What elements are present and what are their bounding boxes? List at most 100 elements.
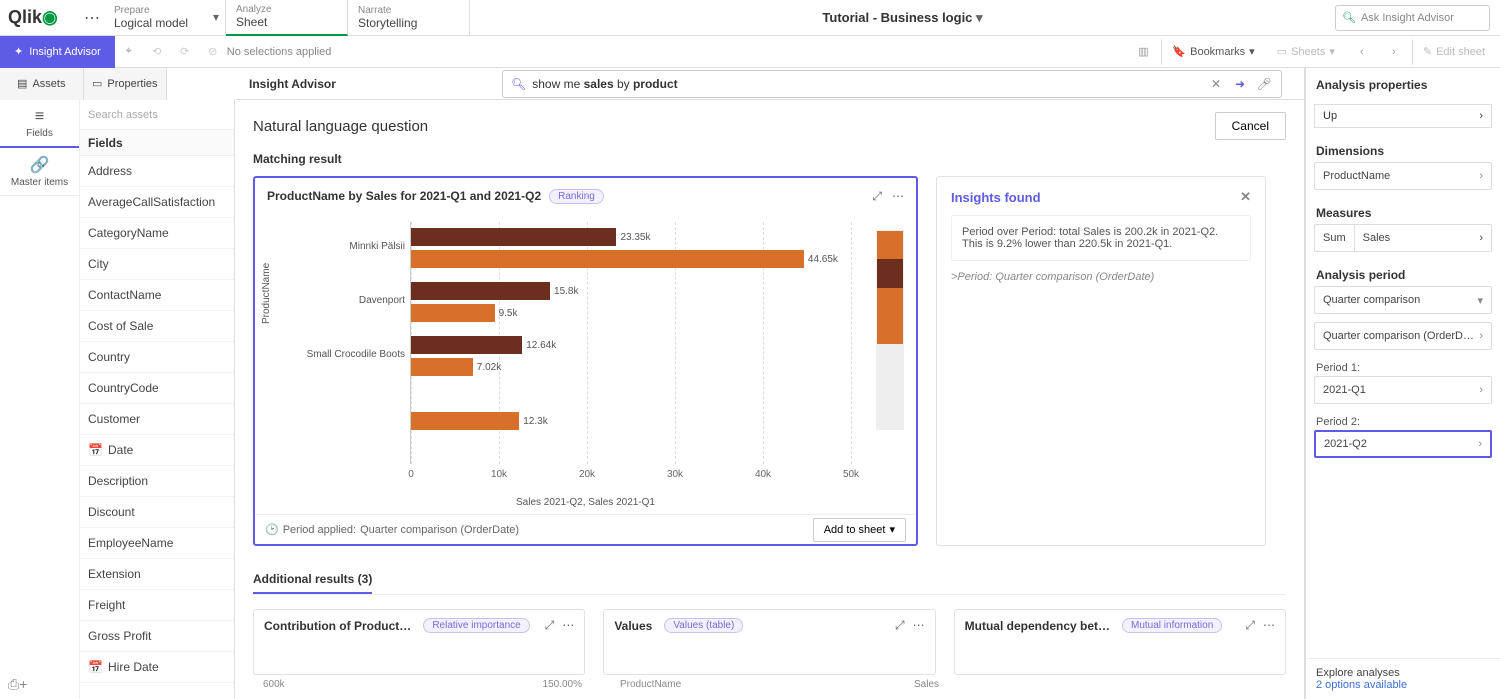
nav-analyze[interactable]: Analyze Sheet: [226, 0, 348, 36]
bar[interactable]: [411, 336, 522, 354]
mini1-left: 600k: [263, 679, 285, 690]
field-item[interactable]: Discount: [80, 497, 234, 528]
analysis-type-tag: Mutual information: [1122, 618, 1222, 633]
field-item[interactable]: Customer: [80, 404, 234, 435]
field-item[interactable]: CountryCode: [80, 373, 234, 404]
field-item[interactable]: CategoryName: [80, 218, 234, 249]
step-back-icon[interactable]: ⟲: [143, 40, 171, 64]
expand-icon[interactable]: ⤢: [1245, 618, 1255, 633]
bar[interactable]: [411, 358, 473, 376]
expand-icon[interactable]: ⤢: [872, 189, 882, 204]
prev-sheet-icon[interactable]: ‹: [1348, 40, 1376, 64]
sheets-button[interactable]: ▭Sheets ▾: [1268, 39, 1344, 65]
field-label: EmployeeName: [88, 536, 173, 550]
smart-search-icon[interactable]: ⌖: [115, 40, 143, 64]
rp-qc-label: Quarter comparison: [1323, 294, 1420, 306]
more-icon[interactable]: ⋯: [562, 618, 574, 633]
field-label: Description: [88, 474, 148, 488]
bar[interactable]: [411, 412, 519, 430]
more-icon[interactable]: ⋯: [1263, 618, 1275, 633]
rp-period-header: Analysis period: [1306, 260, 1500, 286]
close-icon[interactable]: ✕: [1240, 189, 1251, 205]
search-icon: 🔍︎: [511, 77, 526, 91]
field-item[interactable]: Extension: [80, 559, 234, 590]
field-label: AverageCallSatisfaction: [88, 195, 215, 209]
add-to-sheet-button[interactable]: Add to sheet ▾: [813, 518, 906, 542]
app-title[interactable]: Tutorial - Business logic ▾: [470, 10, 1335, 26]
rp-footer[interactable]: Explore analyses 2 options available: [1306, 658, 1500, 699]
additional-result-card[interactable]: Mutual dependency bet…Mutual information…: [954, 609, 1286, 675]
field-item[interactable]: Freight: [80, 590, 234, 621]
subnav-master[interactable]: 🔗Master items: [0, 148, 79, 196]
field-item[interactable]: AverageCallSatisfaction: [80, 187, 234, 218]
mic-icon[interactable]: 🎤︎: [1255, 77, 1273, 91]
submit-arrow-icon[interactable]: ➜: [1231, 77, 1249, 91]
minimap[interactable]: [876, 230, 904, 430]
field-item[interactable]: City: [80, 249, 234, 280]
search-assets-input[interactable]: Search assets: [80, 100, 234, 130]
field-label: ContactName: [88, 288, 161, 302]
nl-search-bar[interactable]: 🔍︎ show me sales by product ✕ ➜ 🎤︎: [502, 70, 1282, 98]
rp-options-link[interactable]: 2 options available: [1316, 679, 1490, 691]
app-menu-icon[interactable]: ⋯: [80, 8, 104, 28]
edit-sheet-button[interactable]: ✎Edit sheet: [1412, 39, 1494, 65]
rp-up[interactable]: Up›: [1314, 104, 1492, 128]
rp-period2[interactable]: 2021-Q2›: [1314, 430, 1492, 458]
field-item[interactable]: 📅Date: [80, 435, 234, 466]
more-icon[interactable]: ⋯: [892, 189, 904, 204]
field-item[interactable]: Country: [80, 342, 234, 373]
rp-quarter-comparison-full[interactable]: Quarter comparison (OrderD…›: [1314, 322, 1492, 350]
next-sheet-icon[interactable]: ›: [1380, 40, 1408, 64]
fields-list[interactable]: Address AverageCallSatisfaction CategoryNa…: [80, 156, 234, 699]
expand-icon[interactable]: ⤢: [545, 618, 555, 633]
field-item[interactable]: Address: [80, 156, 234, 187]
add-note-icon[interactable]: ⎙+: [8, 676, 27, 693]
clear-icon[interactable]: ✕: [1207, 77, 1225, 91]
additional-result-card[interactable]: Contribution of Product…Relative importa…: [253, 609, 585, 675]
qlik-logo[interactable]: Qlik ◉: [0, 7, 80, 28]
rp-measure-agg[interactable]: Sum: [1314, 224, 1354, 252]
nav-narrate[interactable]: Narrate Storytelling: [348, 0, 470, 36]
insight-advisor-title: Insight Advisor: [249, 77, 336, 91]
rp-up-label: Up: [1323, 110, 1337, 122]
bar[interactable]: [411, 282, 550, 300]
field-item[interactable]: 📅Hire Date: [80, 652, 234, 683]
clear-sel-icon[interactable]: ⊘: [199, 40, 227, 64]
bookmarks-button[interactable]: 🔖Bookmarks ▾: [1161, 39, 1263, 65]
analysis-type-tag: Values (table): [664, 618, 743, 633]
more-icon[interactable]: ⋯: [913, 618, 925, 633]
additional-result-card[interactable]: ValuesValues (table)⤢⋯: [603, 609, 935, 675]
field-item[interactable]: EmployeeName: [80, 528, 234, 559]
chevron-down-icon[interactable]: ▾: [213, 10, 219, 24]
mini2-right: Sales: [914, 679, 939, 690]
selections-tool-icon[interactable]: ▥: [1129, 40, 1157, 64]
field-item[interactable]: Cost of Sale: [80, 311, 234, 342]
nav-prepare[interactable]: Prepare Logical model ▾: [104, 0, 226, 36]
bar-value-label: 15.8k: [554, 286, 578, 297]
field-label: CountryCode: [88, 381, 159, 395]
chevron-down-icon[interactable]: ▾: [976, 10, 983, 25]
assets-button[interactable]: ▤Assets: [0, 68, 84, 100]
rp-period1[interactable]: 2021-Q1›: [1314, 376, 1492, 404]
cancel-button[interactable]: Cancel: [1215, 112, 1286, 140]
field-item[interactable]: ContactName: [80, 280, 234, 311]
rp-quarter-comparison[interactable]: Quarter comparison▾: [1314, 286, 1492, 314]
step-fwd-icon[interactable]: ⟳: [171, 40, 199, 64]
chart-area[interactable]: ProductName 010k20k30k40k50kMinnki Pälsi…: [255, 214, 916, 514]
rp-measure-item[interactable]: Sum Sales›: [1314, 224, 1492, 252]
selections-toolbar: ✦ Insight Advisor ⌖ ⟲ ⟳ ⊘ No selections …: [0, 36, 1500, 68]
bar[interactable]: [411, 304, 495, 322]
field-item[interactable]: Gross Profit: [80, 621, 234, 652]
expand-icon[interactable]: ⤢: [895, 618, 905, 633]
bar[interactable]: [411, 250, 804, 268]
bar[interactable]: [411, 228, 616, 246]
insight-advisor-button[interactable]: ✦ Insight Advisor: [0, 36, 115, 68]
rp-dim-value: ProductName: [1323, 170, 1390, 182]
properties-button[interactable]: ▭Properties: [84, 68, 167, 100]
ask-insight-input[interactable]: 🔍︎ Ask Insight Advisor: [1335, 5, 1490, 31]
additional-results-tab[interactable]: Additional results (3): [253, 566, 372, 594]
calendar-icon: 📅: [88, 660, 102, 674]
subnav-fields[interactable]: ≡Fields: [0, 100, 79, 148]
field-item[interactable]: Description: [80, 466, 234, 497]
rp-dimension-item[interactable]: ProductName›: [1314, 162, 1492, 190]
